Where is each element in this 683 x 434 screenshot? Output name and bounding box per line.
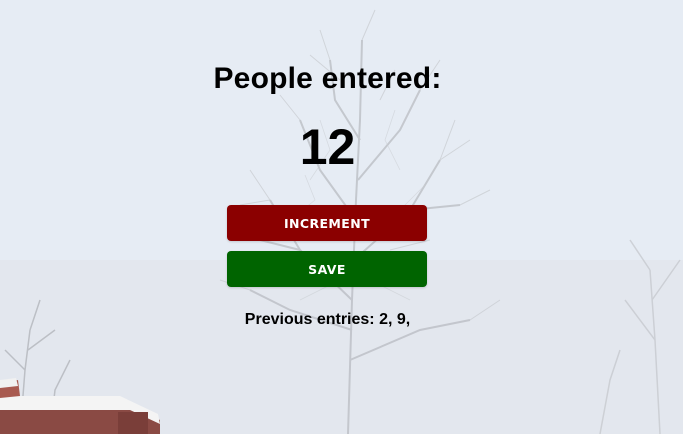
increment-button[interactable]: Increment [227, 205, 427, 241]
people-count: 12 [299, 119, 356, 175]
save-button[interactable]: Save [227, 251, 427, 287]
counter-panel: People entered: 12 Increment Save Previo… [0, 0, 683, 434]
previous-entries-text: Previous entries: 2, 9, [244, 311, 411, 328]
people-entered-heading: People entered: [213, 62, 442, 95]
